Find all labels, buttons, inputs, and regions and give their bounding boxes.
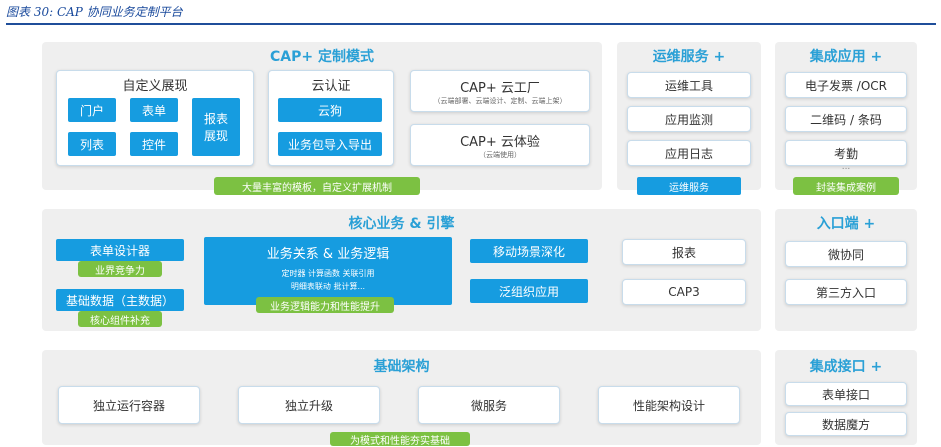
portal-block: 门户 — [68, 98, 116, 122]
custom-display-title: 自定义展现 — [122, 79, 188, 94]
infra-title: 基础架构 — [373, 359, 430, 375]
ops-item: 应用监测 — [627, 106, 751, 132]
report-box: 报表 — [622, 239, 746, 265]
integration-app-item: 二维码 / 条码 — [785, 106, 907, 132]
ops-item: 应用日志 — [627, 140, 751, 166]
core-component-tag: 核心组件补充 — [78, 311, 162, 327]
entry-title: 入口端 + — [816, 216, 876, 232]
integration-app-title: 集成应用 + — [809, 49, 883, 65]
cap3-box: CAP3 — [622, 279, 746, 305]
entry-item: 微协同 — [785, 241, 907, 267]
cloud-factory-sub: （云端部署、云端设计、定制、云端上架） — [433, 96, 567, 105]
interface-item: 表单接口 — [785, 382, 907, 406]
infra-panel: 基础架构 独立运行容器 独立升级 微服务 性能架构设计 为模式和性能夯实基础 — [42, 350, 761, 447]
list-block: 列表 — [68, 132, 116, 156]
ops-panel: 运维服务 + 运维工具 应用监测 应用日志 运维服务 — [617, 42, 761, 195]
infra-item: 独立升级 — [238, 386, 380, 424]
infra-tag: 为模式和性能夯实基础 — [330, 432, 470, 447]
integration-app-tag: 封装集成案例 — [793, 177, 899, 195]
infra-item: 独立运行容器 — [58, 386, 200, 424]
report-display-block: 报表 展现 — [192, 98, 240, 156]
control-block: 控件 — [130, 132, 178, 156]
cap-mode-panel: CAP+ 定制模式 自定义展现 门户 表单 报表 展现 列表 控件 云认证 云狗… — [42, 42, 602, 195]
entry-item: 第三方入口 — [785, 279, 907, 305]
biz-logic-block: 业务关系 & 业务逻辑 定时器 计算函数 关联引用 明细表联动 批计算... — [204, 237, 452, 305]
pan-org-block: 泛组织应用 — [470, 279, 588, 303]
entry-panel: 入口端 + 微协同 第三方入口 — [775, 209, 917, 331]
core-panel: 核心业务 & 引擎 表单设计器 业界竞争力 基础数据（主数据） 核心组件补充 业… — [42, 209, 761, 331]
infra-item: 微服务 — [418, 386, 560, 424]
cloud-auth-title: 云认证 — [311, 79, 351, 94]
cloud-experience-sub: （云端使用） — [479, 150, 521, 159]
ops-title: 运维服务 + — [652, 49, 726, 65]
integration-app-item: 电子发票 /OCR — [785, 72, 907, 98]
infra-item: 性能架构设计 — [598, 386, 740, 424]
integration-app-panel: 集成应用 + 电子发票 /OCR 二维码 / 条码 考勤 ... 封装集成案例 — [775, 42, 917, 195]
import-export-block: 业务包导入导出 — [278, 132, 382, 156]
cloud-factory-box: CAP+ 云工厂 （云端部署、云端设计、定制、云端上架） — [410, 70, 590, 112]
compete-tag: 业界竞争力 — [78, 261, 162, 277]
biz-logic-title: 业务关系 & 业务逻辑 — [266, 247, 390, 262]
cloud-experience-title: CAP+ 云体验 — [460, 134, 540, 150]
interface-item: 数据魔方 — [785, 412, 907, 436]
cloud-experience-box: CAP+ 云体验 （云端使用） — [410, 124, 590, 166]
cloud-dog-block: 云狗 — [278, 98, 382, 122]
template-tag: 大量丰富的模板，自定义扩展机制 — [214, 177, 420, 195]
master-data-block: 基础数据（主数据） — [56, 289, 184, 311]
biz-logic-line1: 定时器 计算函数 关联引用 — [281, 269, 375, 278]
core-title: 核心业务 & 引擎 — [348, 216, 455, 232]
form-block: 表单 — [130, 98, 178, 122]
interface-title: 集成接口 + — [809, 359, 883, 375]
form-designer-block: 表单设计器 — [56, 239, 184, 261]
caption-rule — [6, 23, 936, 25]
integration-app-dots: ... — [841, 162, 851, 172]
cloud-factory-title: CAP+ 云工厂 — [460, 80, 540, 96]
biz-logic-line2: 明细表联动 批计算... — [290, 282, 366, 291]
ops-tag: 运维服务 — [637, 177, 741, 195]
interface-panel: 集成接口 + 表单接口 数据魔方 — [775, 350, 917, 445]
perf-tag: 业务逻辑能力和性能提升 — [256, 297, 394, 313]
mobile-block: 移动场景深化 — [470, 239, 588, 263]
ops-item: 运维工具 — [627, 72, 751, 98]
cap-mode-title: CAP+ 定制模式 — [270, 49, 374, 65]
figure-caption: 图表 30: CAP 协同业务定制平台 — [6, 5, 183, 19]
